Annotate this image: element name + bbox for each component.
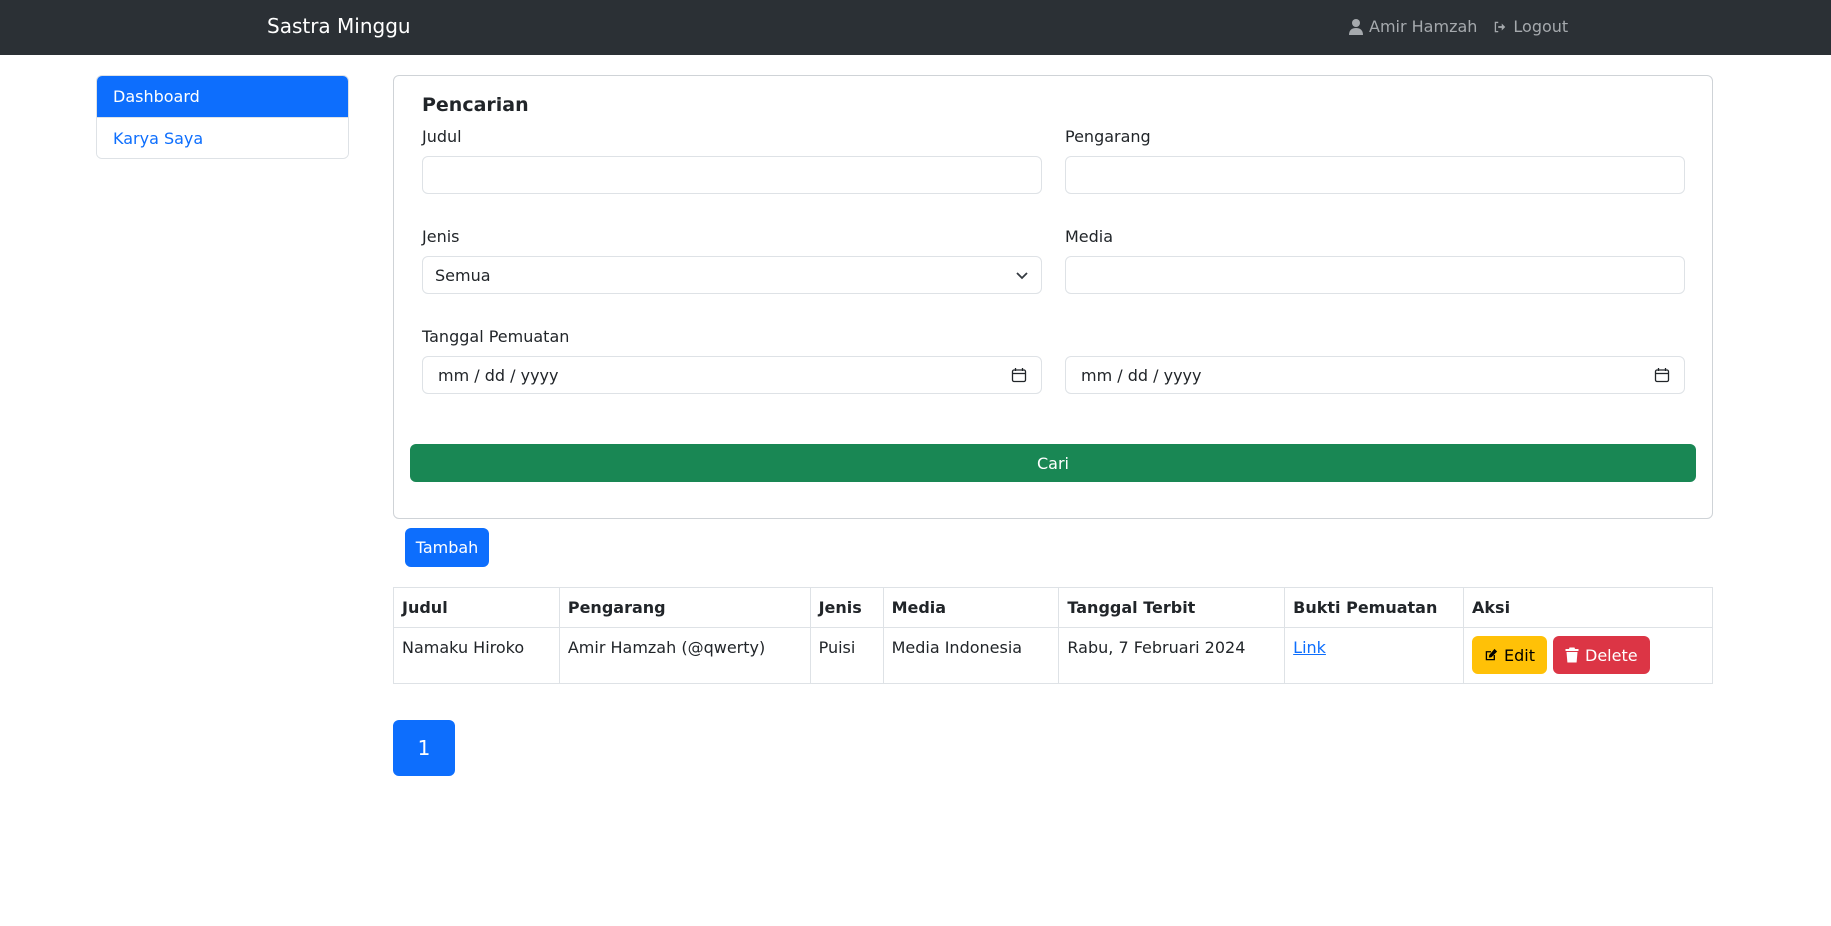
column-header: Bukti Pemuatan [1284,587,1465,628]
bukti-link[interactable]: Link [1293,638,1326,657]
date-from-input[interactable]: mm / dd / yyyy [422,356,1042,394]
calendar-icon[interactable] [1011,367,1027,383]
media-input[interactable] [1065,256,1685,294]
jenis-label: Jenis [422,227,460,246]
sidebar-item-dashboard[interactable]: Dashboard [97,76,348,117]
row-actions: Edit Delete [1472,636,1704,674]
column-header: Pengarang [558,587,811,628]
judul-input[interactable] [422,156,1042,194]
search-card: Pencarian Judul Pengarang Jenis Semua Me… [393,75,1713,519]
trash-icon [1565,647,1579,663]
add-button[interactable]: Tambah [405,528,489,567]
user-icon [1349,18,1363,35]
brand-title[interactable]: Sastra Minggu [267,14,411,38]
edit-icon [1485,648,1498,661]
pagination-page-button[interactable]: 1 [393,720,455,776]
column-header: Media [882,587,1060,628]
sidebar: Dashboard Karya Saya [96,75,349,159]
edit-button[interactable]: Edit [1472,636,1548,674]
column-header: Judul [393,587,560,628]
user-name: Amir Hamzah [1369,17,1478,36]
logout-link[interactable]: Logout [1493,17,1568,36]
cell-media: Media Indonesia [882,627,1060,684]
date-to-placeholder: mm / dd / yyyy [1081,365,1202,385]
column-header: Tanggal Terbit [1058,587,1286,628]
column-header: Aksi [1463,587,1713,628]
user-menu-link[interactable]: Amir Hamzah [1349,17,1477,36]
cell-judul: Namaku Hiroko [393,627,560,684]
search-card-title: Pencarian [422,94,529,116]
delete-button[interactable]: Delete [1553,636,1650,674]
table-header-row: Judul Pengarang Jenis Media Tanggal Terb… [393,587,1713,628]
jenis-selected-value: Semua [435,265,491,285]
calendar-icon[interactable] [1654,367,1670,383]
tanggal-pemuatan-label: Tanggal Pemuatan [422,327,570,346]
cell-tanggal: Rabu, 7 Februari 2024 [1058,627,1286,684]
media-label: Media [1065,227,1114,246]
pengarang-input[interactable] [1065,156,1685,194]
column-header: Jenis [809,587,884,628]
navbar-right: Amir Hamzah Logout [1349,17,1568,36]
logout-label: Logout [1513,17,1569,36]
search-submit-button[interactable]: Cari [410,444,1696,482]
logout-icon [1495,21,1506,32]
date-to-input[interactable]: mm / dd / yyyy [1065,356,1685,394]
cell-aksi: Edit Delete [1463,627,1713,684]
table-row: Namaku Hiroko Amir Hamzah (@qwerty) Puis… [393,627,1713,684]
jenis-select[interactable]: Semua [422,256,1042,294]
cell-bukti: Link [1284,627,1465,684]
delete-label: Delete [1585,645,1638,665]
cell-pengarang: Amir Hamzah (@qwerty) [558,627,811,684]
judul-label: Judul [422,127,462,146]
edit-label: Edit [1504,645,1536,665]
pengarang-label: Pengarang [1065,127,1151,146]
chevron-down-icon [1016,272,1028,280]
cell-jenis: Puisi [809,627,884,684]
navbar: Sastra Minggu Amir Hamzah Logout [0,0,1831,55]
results-table: Judul Pengarang Jenis Media Tanggal Terb… [393,587,1713,684]
sidebar-item-karya-saya[interactable]: Karya Saya [97,117,348,158]
date-from-placeholder: mm / dd / yyyy [438,365,559,385]
